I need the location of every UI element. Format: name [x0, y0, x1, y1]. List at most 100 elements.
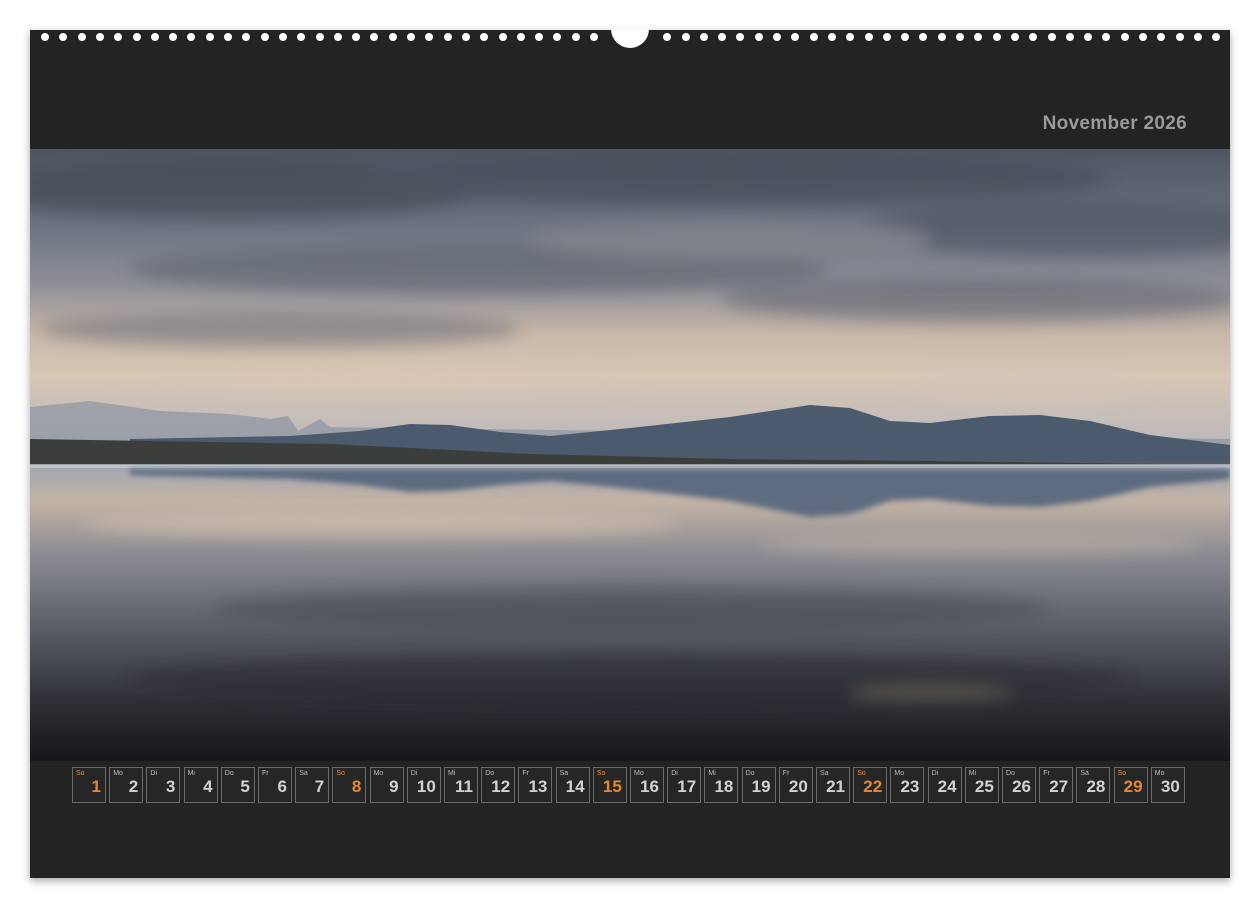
day-number: 20: [788, 777, 808, 796]
binding-hole: [919, 33, 928, 41]
weekday-label: Mo: [634, 770, 644, 777]
binding-hole: [205, 33, 214, 41]
weekday-label: Mo: [373, 770, 384, 777]
binding-hole: [809, 33, 818, 41]
binding-hole: [77, 33, 86, 41]
binding-hole: [297, 33, 306, 41]
day-cell: Fr 20: [778, 767, 813, 803]
day-number: 15: [602, 777, 622, 796]
binding-hole: [1212, 33, 1221, 41]
lake-mountain-reflection-photo-icon: [30, 149, 1230, 761]
binding-hole: [1065, 33, 1074, 41]
day-cell: Do 26: [1002, 767, 1036, 803]
weekday-label: Di: [931, 770, 939, 777]
day-cell: Mi 4: [183, 767, 218, 803]
day-number: 19: [751, 777, 771, 796]
day-number: 8: [351, 777, 362, 796]
weekday-label: Sa: [299, 770, 308, 777]
day-number: 28: [1086, 777, 1106, 796]
binding-hole: [333, 33, 342, 41]
day-cell: So 22: [853, 767, 888, 803]
weekday-label: Do: [485, 770, 495, 777]
day-number: 3: [165, 777, 176, 796]
weekday-label: Mo: [1154, 770, 1165, 777]
binding-hole: [278, 33, 287, 41]
binding-hole: [150, 33, 159, 41]
weekday-label: Sa: [559, 770, 569, 777]
weekday-label: Di: [150, 770, 158, 777]
day-cell: Mo 16: [630, 767, 664, 803]
day-number: 5: [240, 777, 250, 796]
binding-hole: [224, 33, 232, 41]
binding-hole: [260, 33, 269, 41]
day-number: 16: [640, 777, 659, 796]
binding-hole: [699, 33, 708, 41]
binding-hole: [901, 33, 910, 41]
weekday-label: Do: [1006, 770, 1015, 777]
weekday-label: Di: [410, 770, 418, 777]
binding-hole: [169, 33, 178, 41]
weekday-label: Mo: [894, 770, 905, 777]
weekday-label: Fr: [1043, 770, 1050, 777]
weekday-label: Di: [671, 770, 678, 777]
day-cell: So 1: [72, 767, 106, 803]
binding-hole: [1139, 33, 1147, 41]
weekday-label: Mi: [187, 770, 195, 777]
day-number: 2: [128, 777, 139, 796]
day-cell: Mo 9: [369, 767, 404, 803]
day-cell: Do 12: [481, 767, 516, 803]
binding-hole: [242, 33, 251, 41]
weekday-label: Fr: [782, 770, 790, 777]
binding-hole: [187, 33, 196, 41]
binding-hole: [681, 33, 690, 41]
day-number: 1: [91, 777, 101, 796]
day-number: 7: [314, 777, 325, 796]
weekday-label: Sa: [1080, 770, 1089, 777]
weekday-label: Sa: [820, 770, 829, 777]
day-number: 9: [389, 777, 399, 796]
binding-hole: [827, 33, 836, 41]
binding-hole: [773, 33, 781, 41]
binding-hole: [1193, 33, 1202, 41]
binding-hole: [553, 33, 562, 41]
day-number: 12: [491, 777, 511, 796]
day-number: 24: [937, 777, 957, 796]
weekday-label: So: [596, 770, 606, 777]
day-number: 30: [1160, 777, 1180, 796]
binding-hole: [1029, 33, 1038, 41]
day-cell: Mo 2: [109, 767, 144, 803]
weekday-label: Fr: [522, 770, 529, 777]
binding-hole: [1102, 33, 1111, 41]
binding-hole: [1157, 33, 1166, 41]
month-title: November 2026: [1042, 113, 1187, 134]
binding-hole: [754, 33, 763, 41]
binding-hole: [590, 33, 598, 41]
day-cell: Do 19: [741, 767, 776, 803]
day-cell: Sa 28: [1076, 767, 1111, 803]
binding-hole: [315, 33, 324, 41]
binding-hole: [791, 33, 800, 41]
day-number: 17: [677, 777, 697, 796]
binding-hole: [718, 33, 727, 41]
day-cell: Di 24: [927, 767, 962, 803]
weekday-label: Mi: [448, 770, 456, 777]
binding-hole: [937, 33, 946, 41]
binding-hole: [95, 33, 104, 41]
binding-hole: [498, 33, 507, 41]
weekday-label: So: [857, 770, 866, 777]
binding-hole: [736, 33, 745, 41]
binding-hole: [370, 33, 379, 41]
day-number: 14: [565, 777, 585, 796]
binding-hole: [480, 33, 489, 41]
binding-hole: [974, 33, 983, 41]
binding-hole: [571, 33, 580, 41]
day-number: 23: [900, 777, 920, 796]
weekday-label: So: [1117, 770, 1127, 777]
binding-hole: [407, 33, 415, 41]
weekday-label: Mi: [968, 770, 977, 777]
binding-hole: [1084, 33, 1093, 41]
binding-hole: [443, 33, 452, 41]
weekday-label: So: [336, 770, 345, 777]
weekday-label: Mo: [113, 770, 123, 777]
day-number: 11: [455, 777, 473, 796]
